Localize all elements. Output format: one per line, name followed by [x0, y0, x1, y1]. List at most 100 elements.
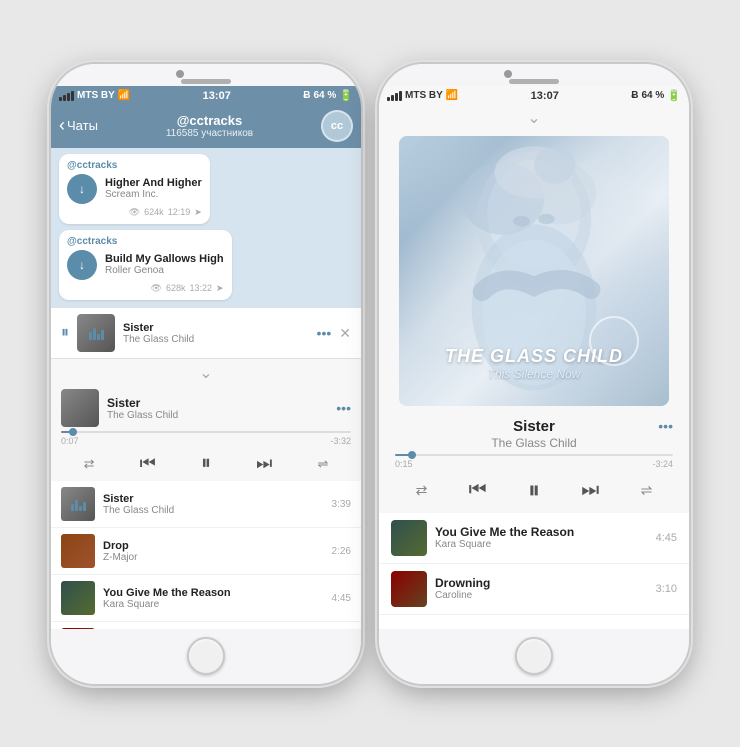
equalizer-icon — [89, 326, 104, 340]
shuffle-button-1[interactable]: ⇄ — [84, 456, 95, 472]
signal-bar-1 — [59, 97, 62, 101]
music-progress-thumb[interactable] — [408, 451, 416, 459]
eq-bar-3 — [97, 334, 100, 340]
music-progress-area[interactable]: 0:15 -3:24 — [379, 450, 689, 471]
phone-2: MTS BY 📶 13:07 Ƀ 64 % 🔋 ⌄ — [379, 64, 689, 684]
pause-button-2[interactable]: ⏸ — [528, 477, 540, 505]
forward-icon-2[interactable]: ➤ — [216, 283, 224, 294]
music-track-artist: The Glass Child — [395, 436, 673, 450]
playlist-item-1[interactable]: Sister The Glass Child 3:39 — [51, 481, 361, 528]
signal-bars-2 — [387, 91, 402, 101]
status-right-1: Ƀ 64 % 🔋 — [303, 89, 353, 102]
fp-album-art — [61, 389, 99, 427]
mini-close-button[interactable]: ✕ — [339, 325, 351, 342]
tg-message-2: @cctracks ↓ Build My Gallows High Roller… — [59, 230, 232, 300]
music-track-title: Sister — [395, 418, 673, 435]
music-pl-artist-1: Kara Square — [435, 539, 648, 550]
phone-1-bottom — [51, 629, 361, 684]
music-pl-title-1: You Give Me the Reason — [435, 525, 648, 539]
signal-bar-6 — [391, 95, 394, 101]
pl-title-3: You Give Me the Reason — [103, 587, 324, 599]
time-2: 13:07 — [531, 90, 559, 102]
playlist-item-2[interactable]: Drop Z-Major 2:26 — [51, 528, 361, 575]
back-arrow-icon-1: ‹ — [59, 115, 65, 136]
playlist-item-3[interactable]: You Give Me the Reason Kara Square 4:45 — [51, 575, 361, 622]
music-player-screen: MTS BY 📶 13:07 Ƀ 64 % 🔋 ⌄ — [379, 86, 689, 629]
bluetooth-icon-1: Ƀ — [303, 90, 310, 101]
music-chevron-icon[interactable]: ⌄ — [379, 106, 689, 130]
fp-progress-bar[interactable] — [61, 431, 351, 433]
msg-meta-2: 👁 628k 13:22 ➤ — [67, 283, 224, 294]
rewind-button-2[interactable]: ⏮ — [469, 479, 487, 502]
repeat-button-1[interactable]: ⇌ — [318, 456, 329, 472]
album-art-background: THE GLASS CHILD This Silence Now — [399, 136, 669, 406]
view-icon-1: 👁 — [129, 207, 140, 218]
home-button-1[interactable] — [187, 637, 225, 675]
forward-button-1[interactable]: ⏭ — [256, 453, 272, 474]
music-pl-info-1: You Give Me the Reason Kara Square — [435, 525, 648, 550]
album-cover-area: THE GLASS CHILD This Silence Now — [379, 130, 689, 414]
msg-title-1: Higher And Higher — [105, 177, 202, 189]
fp-times: 0:07 -3:32 — [61, 436, 351, 446]
music-pl-item-1[interactable]: You Give Me the Reason Kara Square 4:45 — [379, 513, 689, 564]
fp-more-button[interactable]: ••• — [336, 400, 351, 416]
signal-bars-1 — [59, 91, 74, 101]
pl-title-1: Sister — [103, 493, 324, 505]
fp-controls: ⇄ ⏮ ⏸ ⏭ ⇌ — [51, 448, 361, 481]
battery-percent-2: 64 % — [641, 90, 664, 101]
channel-avatar[interactable]: cc — [321, 110, 353, 142]
eq-bar-1 — [89, 332, 92, 340]
fp-track-row: Sister The Glass Child ••• — [51, 385, 361, 431]
download-btn-2[interactable]: ↓ — [67, 250, 97, 280]
pl-eq-icon-1 — [71, 497, 86, 511]
msg-sub-2: Roller Genoa — [105, 265, 224, 276]
signal-bar-4 — [71, 91, 74, 101]
fp-progress-area[interactable]: 0:07 -3:32 — [51, 431, 361, 448]
pl-artist-2: Z-Major — [103, 552, 324, 563]
mini-player[interactable]: ⏸ Sister The Glass — [51, 307, 361, 358]
fp-track-title: Sister — [107, 396, 328, 410]
fp-progress-thumb[interactable] — [69, 428, 77, 436]
duration-1: 12:19 — [168, 207, 191, 217]
eq-bar-a2 — [75, 500, 78, 511]
cc-logo: cc — [331, 120, 343, 132]
pause-button-1[interactable]: ⏸ — [201, 452, 211, 475]
forward-icon-1[interactable]: ➤ — [194, 207, 202, 218]
fp-chevron-icon[interactable]: ⌄ — [51, 359, 361, 385]
status-bar-1: MTS BY 📶 13:07 Ƀ 64 % 🔋 — [51, 86, 361, 106]
mini-more-button[interactable]: ••• — [317, 325, 332, 341]
msg-content-2: ↓ Build My Gallows High Roller Genoa — [67, 250, 224, 280]
music-pl-item-2[interactable]: Drowning Caroline 3:10 — [379, 564, 689, 615]
home-button-2[interactable] — [515, 637, 553, 675]
phones-container: MTS BY 📶 13:07 Ƀ 64 % 🔋 ‹ Чаты — [41, 54, 699, 694]
download-btn-1[interactable]: ↓ — [67, 174, 97, 204]
pl-title-2: Drop — [103, 540, 324, 552]
fp-track-info: Sister The Glass Child — [107, 396, 328, 421]
mini-pause-icon[interactable]: ⏸ — [61, 324, 69, 342]
repeat-button-2[interactable]: ⇌ — [641, 482, 653, 499]
channel-members: 116585 участников — [98, 128, 321, 139]
pl-artist-1: The Glass Child — [103, 505, 324, 516]
phone-2-camera — [504, 70, 512, 78]
telegram-screen: MTS BY 📶 13:07 Ƀ 64 % 🔋 ‹ Чаты — [51, 86, 361, 629]
pl-info-2: Drop Z-Major — [103, 540, 324, 563]
mini-track-title: Sister — [123, 322, 309, 334]
music-pl-duration-2: 3:10 — [656, 583, 677, 595]
fp-track-artist: The Glass Child — [107, 410, 328, 421]
wifi-icon-1: 📶 — [118, 90, 130, 101]
battery-icon-2: 🔋 — [667, 89, 681, 102]
pl-duration-2: 2:26 — [332, 546, 351, 557]
rewind-button-1[interactable]: ⏮ — [140, 453, 156, 474]
signal-bar-3 — [67, 93, 70, 101]
pl-thumb-2 — [61, 534, 95, 568]
back-button-1[interactable]: ‹ Чаты — [59, 115, 98, 136]
playlist-item-4[interactable]: Drowning Caroline 3:10 — [51, 622, 361, 629]
shuffle-button-2[interactable]: ⇄ — [416, 482, 428, 499]
status-right-2: Ƀ 64 % 🔋 — [631, 89, 681, 102]
music-progress-bar[interactable] — [395, 454, 673, 456]
views-2: 628k — [166, 283, 186, 293]
msg-info-1: Higher And Higher Scream Inc. — [105, 177, 202, 200]
forward-button-2[interactable]: ⏭ — [581, 479, 599, 502]
music-pl-artist-2: Caroline — [435, 590, 648, 601]
music-more-button[interactable]: ••• — [658, 418, 673, 434]
